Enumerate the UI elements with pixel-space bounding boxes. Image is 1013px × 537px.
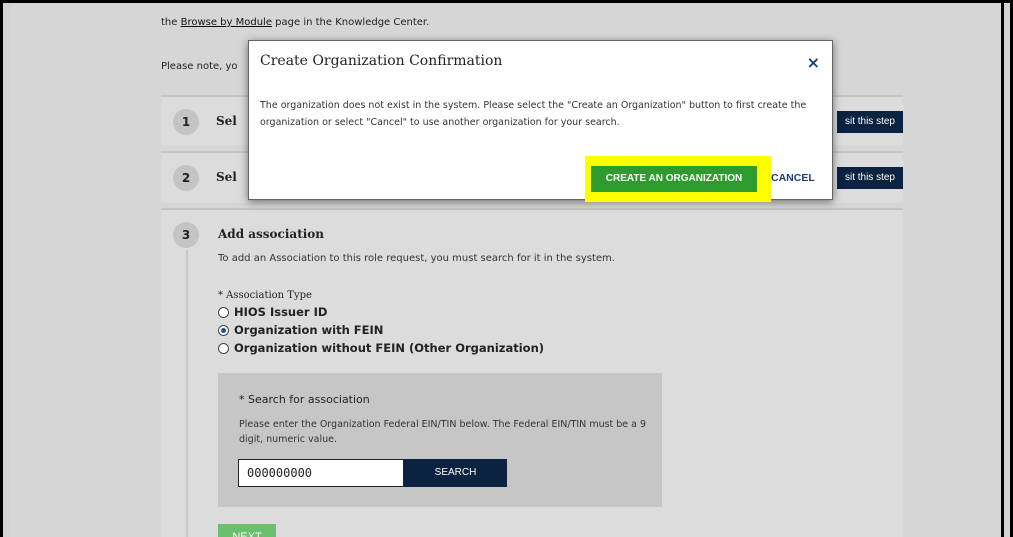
step-3-panel: 3 Add association To add an Association …: [161, 208, 903, 537]
step-number: 1: [173, 109, 199, 135]
step-label: Sel: [216, 114, 237, 128]
step-number: 3: [173, 222, 199, 248]
create-organization-modal: Create Organization Confirmation × The o…: [248, 40, 833, 202]
radio-organization-with-fein[interactable]: Organization with FEIN: [218, 323, 383, 337]
fein-search-input[interactable]: 000000000: [238, 459, 404, 487]
search-help-text: Please enter the Organization Federal EI…: [239, 419, 647, 445]
radio-icon[interactable]: [218, 342, 229, 354]
step-connector-line: [186, 250, 188, 537]
radio-label: Organization with FEIN: [234, 323, 384, 337]
cancel-button[interactable]: CANCEL: [771, 172, 815, 184]
screenshot-frame: the Browse by Module page in the Knowled…: [0, 0, 1013, 537]
browse-by-module-link[interactable]: Browse by Module: [181, 17, 272, 28]
page: the Browse by Module page in the Knowled…: [11, 3, 1003, 537]
step-3-description: To add an Association to this role reque…: [218, 253, 615, 264]
close-icon[interactable]: ×: [807, 53, 820, 72]
radio-organization-without-fein[interactable]: Organization without FEIN (Other Organiz…: [218, 341, 544, 355]
radio-icon[interactable]: [218, 306, 229, 318]
step-3-title: Add association: [218, 227, 325, 241]
search-label: * Search for association: [239, 393, 370, 406]
radio-checked-icon[interactable]: [218, 324, 229, 336]
revisit-step-1-button[interactable]: sit this step: [836, 111, 903, 133]
search-button[interactable]: SEARCH: [404, 459, 507, 487]
modal-title: Create Organization Confirmation: [260, 53, 503, 69]
revisit-step-2-button[interactable]: sit this step: [836, 167, 903, 189]
search-association-box: * Search for association Please enter th…: [218, 373, 662, 507]
radio-hios-issuer-id[interactable]: HIOS Issuer ID: [218, 305, 327, 319]
frame-border-right: [1001, 3, 1004, 537]
step-number: 2: [173, 165, 199, 191]
note-text: Please note, yo: [161, 61, 238, 72]
radio-label: Organization without FEIN (Other Organiz…: [234, 341, 545, 355]
modal-body-text: The organization does not exist in the s…: [260, 100, 807, 128]
create-organization-button[interactable]: CREATE AN ORGANIZATION: [591, 166, 757, 192]
intro-prefix: the: [161, 17, 181, 28]
next-button[interactable]: NEXT: [218, 524, 276, 537]
radio-label: HIOS Issuer ID: [234, 305, 328, 319]
intro-suffix: page in the Knowledge Center.: [272, 17, 430, 28]
intro-text: the Browse by Module page in the Knowled…: [161, 17, 429, 28]
association-type-label: * Association Type: [218, 290, 312, 301]
step-label: Sel: [216, 170, 237, 184]
